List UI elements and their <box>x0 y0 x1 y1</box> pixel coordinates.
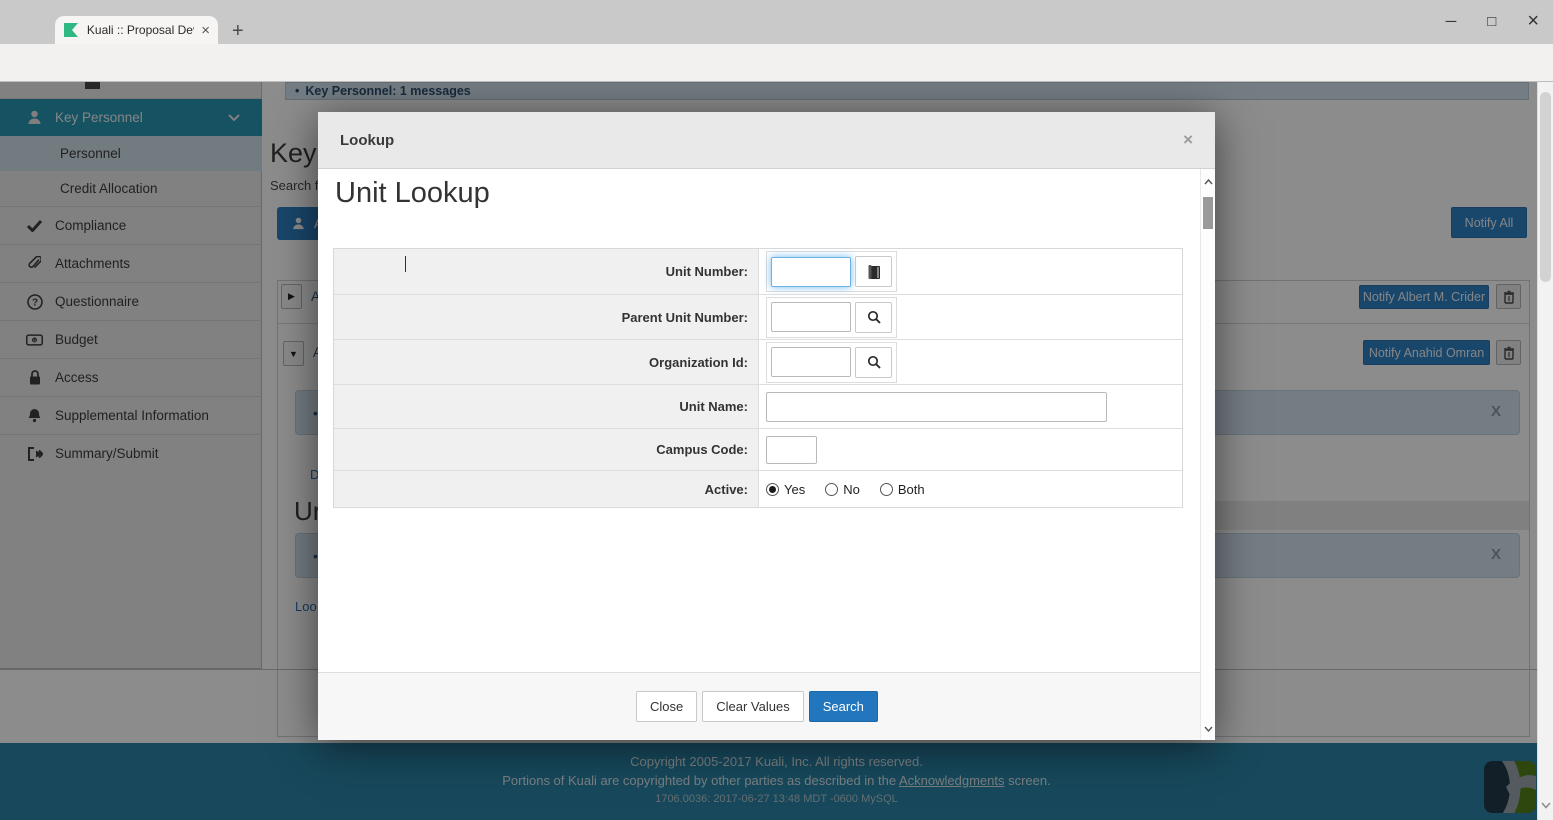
field-label: Unit Name: <box>334 385 759 428</box>
new-tab-button[interactable]: + <box>232 20 244 43</box>
clear-values-button[interactable]: Clear Values <box>702 691 803 722</box>
modal-scrollbar[interactable] <box>1200 169 1215 740</box>
field-label: Active: <box>334 471 759 507</box>
search-button[interactable]: Search <box>809 691 878 722</box>
parent-unit-number-input[interactable] <box>771 302 851 332</box>
modal-title: Unit Lookup <box>335 177 490 210</box>
kuali-favicon-icon <box>63 22 80 38</box>
radio-selected-icon <box>766 483 779 496</box>
modal-header-title: Lookup <box>340 132 394 149</box>
tab-title: Kuali :: Proposal Developme <box>87 23 194 37</box>
unit-name-input[interactable] <box>766 392 1107 422</box>
lookup-search-button[interactable] <box>855 302 892 333</box>
modal-header: Lookup × <box>318 112 1215 169</box>
radio-option-no[interactable]: No <box>825 482 860 497</box>
field-row-unit-number: Unit Number: <box>334 249 1182 295</box>
field-row-parent-unit-number: Parent Unit Number: <box>334 295 1182 340</box>
browser-scrollbar[interactable] <box>1537 82 1553 820</box>
input-group <box>766 342 897 383</box>
scroll-down-icon[interactable] <box>1201 719 1216 737</box>
tab-close-icon[interactable]: × <box>201 23 210 38</box>
field-row-unit-name: Unit Name: <box>334 385 1182 429</box>
minimize-button[interactable]: ─ <box>1446 13 1457 30</box>
lookup-criteria-table: Unit Number: Parent Unit Number: <box>333 248 1183 508</box>
field-label: Unit Number: <box>334 249 759 294</box>
field-label: Organization Id: <box>334 340 759 384</box>
scroll-up-icon[interactable] <box>1201 172 1216 190</box>
browser-titlebar: Kuali :: Proposal Developme × + ─ □ × <box>0 0 1553 44</box>
maximize-button[interactable]: □ <box>1487 13 1496 30</box>
field-row-campus-code: Campus Code: <box>334 429 1182 471</box>
window-controls: ─ □ × <box>1446 4 1539 38</box>
input-group <box>766 297 897 338</box>
browser-scrollbar-thumb[interactable] <box>1540 92 1551 282</box>
radio-option-yes[interactable]: Yes <box>766 482 805 497</box>
scroll-down-icon[interactable] <box>1538 796 1553 814</box>
field-label: Parent Unit Number: <box>334 295 759 339</box>
radio-unselected-icon <box>880 483 893 496</box>
browser-toolbar <box>0 44 1553 82</box>
close-button[interactable]: Close <box>636 691 697 722</box>
input-group <box>766 251 897 292</box>
browser-tab[interactable]: Kuali :: Proposal Developme × <box>55 16 218 44</box>
field-label: Campus Code: <box>334 429 759 470</box>
campus-code-input[interactable] <box>766 436 817 464</box>
radio-unselected-icon <box>825 483 838 496</box>
modal-body: Unit Lookup Unit Number: Parent Uni <box>318 169 1215 672</box>
active-radio-group: Yes No Both <box>766 482 925 497</box>
lookup-search-button[interactable] <box>855 347 892 378</box>
direct-inquiry-button[interactable] <box>855 256 892 287</box>
organization-id-input[interactable] <box>771 347 851 377</box>
modal-close-icon[interactable]: × <box>1183 130 1193 150</box>
text-caret <box>405 256 406 272</box>
modal-footer: Close Clear Values Search <box>318 672 1215 740</box>
lookup-modal: Lookup × Unit Lookup Unit Number: <box>318 112 1215 740</box>
field-row-organization-id: Organization Id: <box>334 340 1182 385</box>
scrollbar-thumb[interactable] <box>1203 197 1213 229</box>
field-row-active: Active: Yes No <box>334 471 1182 507</box>
unit-number-input[interactable] <box>771 257 851 287</box>
window-close-button[interactable]: × <box>1527 10 1539 33</box>
radio-option-both[interactable]: Both <box>880 482 925 497</box>
page-content: Key Personnel Personnel Credit Allocatio… <box>0 82 1553 820</box>
